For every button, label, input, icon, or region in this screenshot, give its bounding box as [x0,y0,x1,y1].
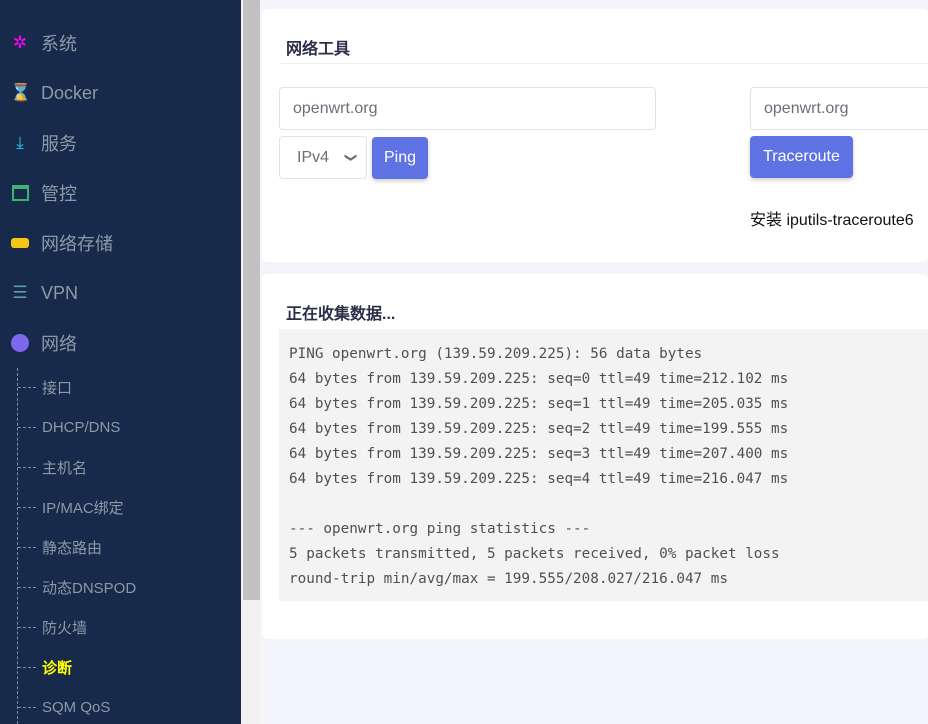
traceroute-host-input[interactable]: openwrt.org [750,87,928,130]
network-tools-card: 网络工具 openwrt.org IPv4 ❯ Ping openwrt.org … [262,9,928,262]
sub-ipmac[interactable]: IP/MAC绑定 [18,495,124,519]
sidebar: ✲ 系统 ⌛ Docker ⤓ 服务 管控 网络存储 ☰ VPN 网络 接口 DHCP/… [0,0,241,724]
nav-control[interactable]: 管控 [10,178,77,208]
list-icon: ☰ [12,283,28,302]
divider [279,63,928,64]
sub-label: 防火墙 [42,619,88,637]
sub-diagnostics[interactable]: 诊断 [18,655,72,679]
output-card: 正在收集数据... PING openwrt.org (139.59.209.2… [262,274,928,639]
globe-icon [10,333,30,353]
section-title: 网络工具 [286,41,351,58]
nav-label: 系统 [41,34,77,54]
traceroute-button[interactable]: Traceroute [750,136,853,178]
sub-hostnames[interactable]: 主机名 [18,455,87,479]
command-output: PING openwrt.org (139.59.209.225): 56 da… [279,329,928,601]
ping-button[interactable]: Ping [372,137,428,179]
sub-dnspod[interactable]: 动态DNSPOD [18,575,136,599]
nav-network[interactable]: 网络 [10,328,77,358]
output-title: 正在收集数据... [286,306,396,323]
nav-system[interactable]: ✲ 系统 [10,28,77,58]
nav-label: VPN [41,282,79,303]
nav-nas[interactable]: 网络存储 [10,228,113,258]
sub-dhcp[interactable]: DHCP/DNS [18,415,120,439]
nav-services[interactable]: ⤓ 服务 [10,128,77,158]
sub-label: 主机名 [42,459,88,477]
install-note: 安装 iputils-traceroute6 [750,212,914,229]
download-icon: ⤓ [16,133,24,152]
sub-sqm[interactable]: SQM QoS [18,695,110,719]
nav-label: 管控 [41,184,77,204]
sub-label: 动态DNSPOD [42,579,137,597]
nav-label: 服务 [41,134,77,154]
sub-label: SQM QoS [42,698,111,716]
sub-label: IP/MAC绑定 [42,499,124,517]
hdd-icon [10,233,30,253]
sub-routes[interactable]: 静态路由 [18,535,102,559]
ip-version-select[interactable]: IPv4 ❯ [279,136,367,179]
sub-label: 诊断 [42,659,73,677]
sub-firewall[interactable]: 防火墙 [18,615,87,639]
chevron-down-icon: ❯ [344,152,359,163]
nav-docker[interactable]: ⌛ Docker [10,78,98,108]
calendar-icon [10,183,30,203]
gears-icon: ✲ [12,33,28,52]
sub-label: 静态路由 [42,539,103,557]
nav-label: 网络存储 [41,234,113,254]
sub-label: 接口 [42,379,73,397]
select-value: IPv4 [297,149,330,166]
sub-interfaces[interactable]: 接口 [18,375,72,399]
scrollbar-thumb[interactable] [243,0,260,600]
sub-label: DHCP/DNS [42,418,121,436]
nav-vpn[interactable]: ☰ VPN [10,278,78,308]
nav-label: Docker [41,82,99,103]
nav-label: 网络 [41,334,77,354]
ping-host-input[interactable]: openwrt.org [279,87,656,130]
hourglass-icon: ⌛ [10,83,32,102]
